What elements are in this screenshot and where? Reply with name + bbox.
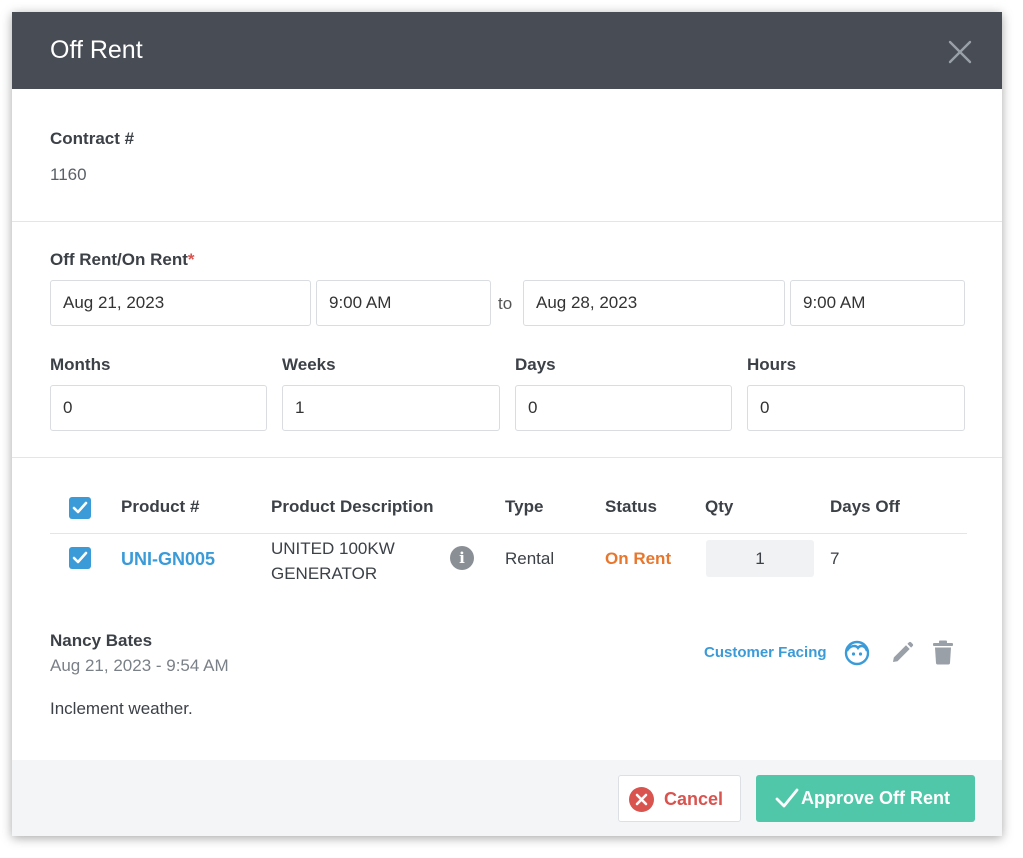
end-date-input[interactable]: Aug 28, 2023 [523, 280, 785, 326]
months-input[interactable]: 0 [50, 385, 267, 431]
checkbox-checked-icon [72, 501, 88, 514]
required-mark: * [187, 250, 195, 269]
column-header-type: Type [505, 497, 544, 516]
product-description: UNITED 100KW GENERATOR [271, 539, 395, 583]
weeks-input[interactable]: 1 [282, 385, 500, 431]
weeks-label: Weeks [282, 355, 336, 374]
days-input[interactable]: 0 [515, 385, 732, 431]
divider [12, 221, 1002, 222]
product-type: Rental [505, 549, 555, 568]
customer-facing-label: Customer Facing [704, 644, 827, 661]
column-header-days-off: Days Off [830, 497, 900, 516]
date-separator: to [498, 294, 513, 313]
start-time-input[interactable]: 9:00 AM [316, 280, 491, 326]
cancel-label: Cancel [664, 789, 724, 809]
close-icon[interactable] [946, 38, 974, 66]
modal-footer: Cancel Approve Off Rent [12, 760, 1002, 836]
approve-off-rent-button[interactable]: Approve Off Rent [756, 775, 975, 822]
qty-input[interactable]: 1 [706, 540, 814, 577]
contract-number: 1160 [50, 165, 87, 184]
select-all-checkbox[interactable] [69, 497, 91, 519]
cancel-x-icon [629, 787, 654, 812]
checkbox-checked-icon [72, 551, 88, 564]
end-time-input[interactable]: 9:00 AM [790, 280, 965, 326]
hours-input[interactable]: 0 [747, 385, 965, 431]
status-label: On Rent [605, 549, 672, 568]
start-date-input[interactable]: Aug 21, 2023 [50, 280, 311, 326]
note-author: Nancy Bates [50, 631, 153, 650]
row-checkbox[interactable] [69, 547, 91, 569]
note-timestamp: Aug 21, 2023 - 9:54 AM [50, 656, 229, 675]
cancel-button[interactable]: Cancel [618, 775, 741, 822]
approve-label: Approve Off Rent [801, 788, 951, 808]
contract-label: Contract # [50, 129, 135, 148]
column-header-qty: Qty [705, 497, 734, 516]
days-off-value: 7 [830, 549, 840, 568]
column-header-description: Product Description [271, 497, 434, 516]
modal-header: Off Rent [12, 12, 1002, 89]
column-header-product-no: Product # [121, 497, 200, 516]
checkmark-icon [775, 788, 799, 808]
pencil-icon[interactable] [890, 641, 914, 665]
divider [12, 457, 1002, 458]
face-icon [844, 640, 870, 666]
column-header-status: Status [605, 497, 657, 516]
hours-label: Hours [747, 355, 797, 374]
modal-title: Off Rent [50, 36, 143, 64]
info-icon[interactable]: i [450, 546, 474, 570]
trash-icon[interactable] [932, 640, 954, 665]
off-rent-modal: Off Rent Contract # 1160 Off Rent/On Ren… [12, 12, 1002, 836]
product-number-link[interactable]: UNI-GN005 [121, 549, 215, 570]
note-body: Inclement weather. [50, 699, 193, 718]
days-label: Days [515, 355, 556, 374]
months-label: Months [50, 355, 111, 374]
rent-period-label: Off Rent/On Rent* [50, 250, 195, 269]
table-divider [50, 533, 967, 534]
